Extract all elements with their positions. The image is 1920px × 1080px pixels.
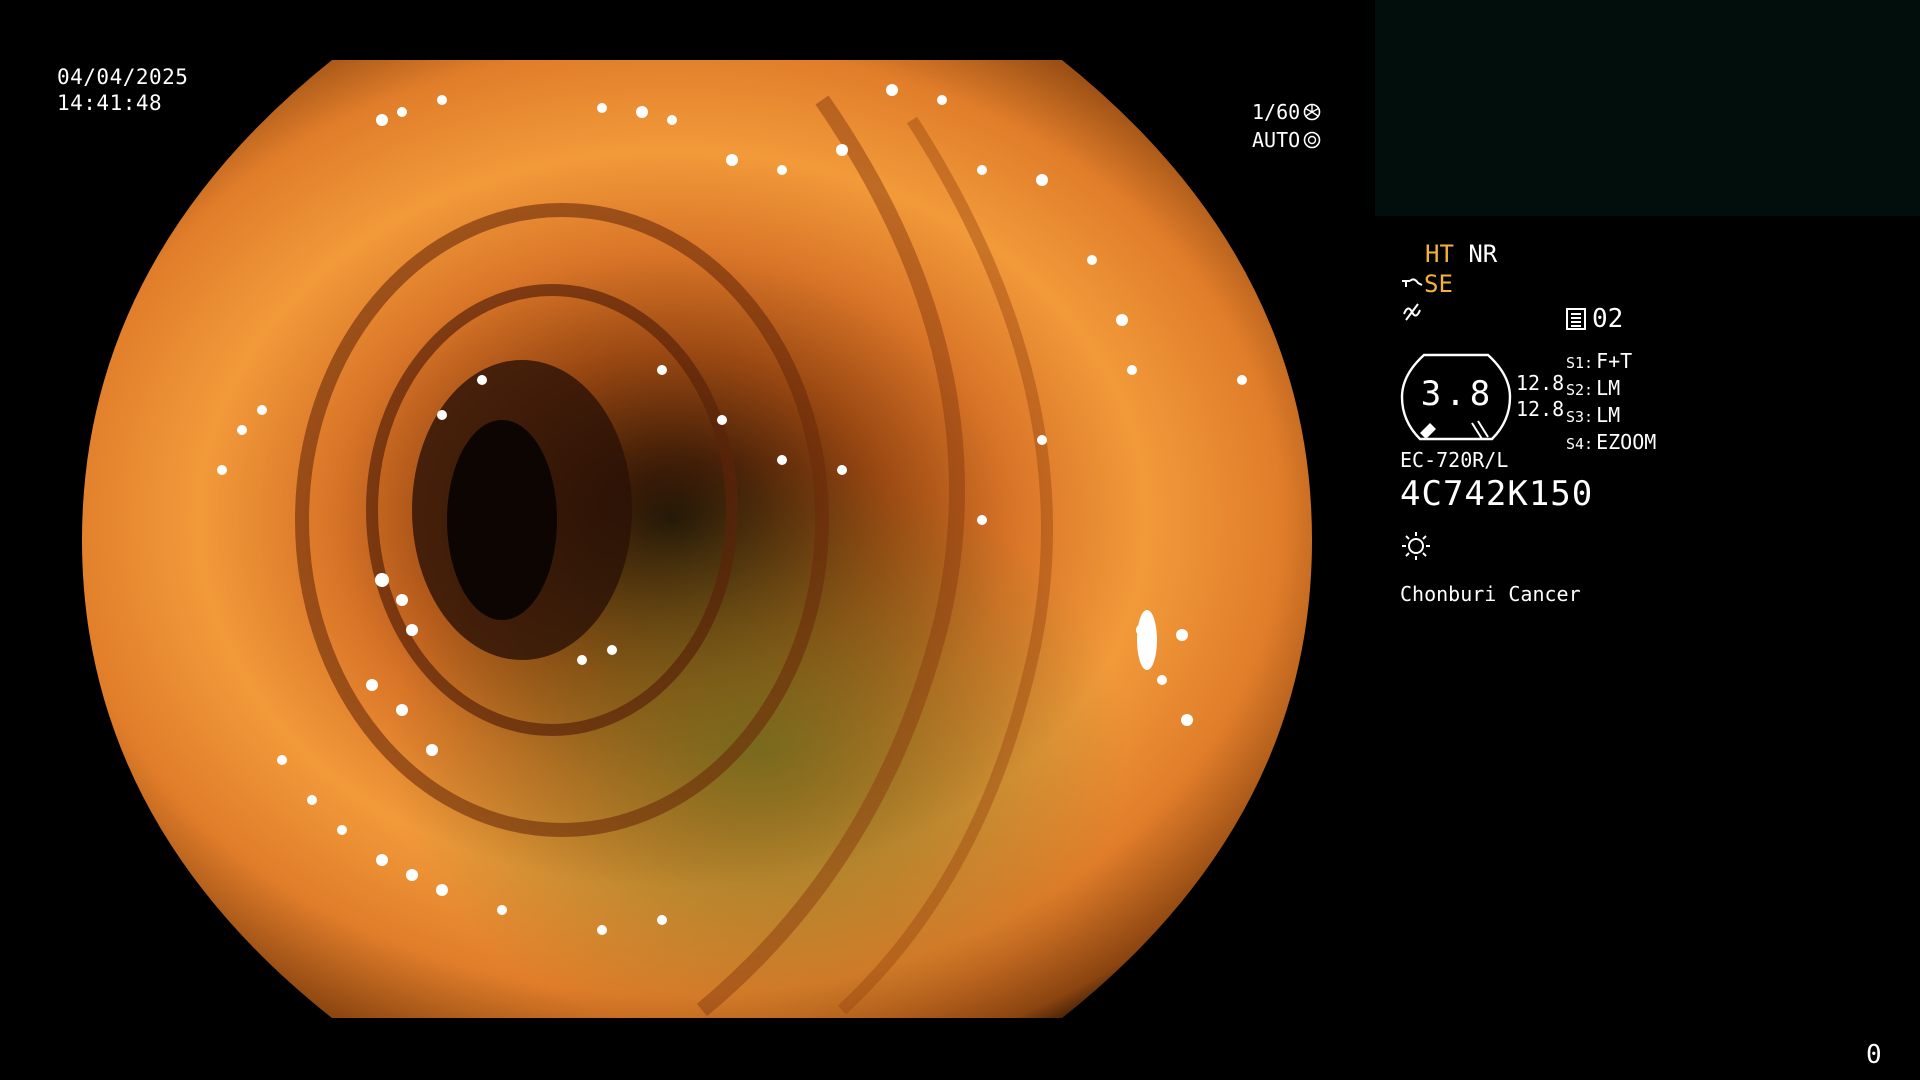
memory-value: 02 — [1592, 304, 1624, 334]
scope-button-list: S1: F+T S2: LM S3: LM S4: EZOOM — [1566, 349, 1656, 457]
exposure-overlay: 1/60 AUTO — [1252, 98, 1321, 154]
shutter-icon — [1303, 103, 1321, 121]
endoscopic-view — [82, 60, 1312, 1018]
structure-enhance-icon — [1402, 278, 1423, 287]
date-text: 04/04/2025 — [57, 65, 189, 89]
iris-text: AUTO — [1252, 128, 1301, 152]
scope-serial: 4C742K150 — [1400, 474, 1594, 514]
scope-button-s2: S2: LM — [1566, 376, 1621, 400]
zoom-value: 3.8 — [1420, 374, 1495, 414]
mode-ht: HT — [1425, 240, 1454, 268]
frame-counter: 0 — [1866, 1040, 1882, 1070]
shutter-text: 1/60 — [1252, 100, 1301, 124]
zoom-side-top: 12.8 — [1516, 371, 1565, 395]
mode-nr: NR — [1468, 240, 1498, 268]
top-right-panel — [1375, 0, 1920, 216]
scope-button-s1: S1: F+T — [1566, 349, 1633, 373]
zoom-side-values: 12.8 12.8 — [1516, 370, 1564, 422]
zoom-side-bottom: 12.8 — [1516, 397, 1565, 421]
scope-button-s3: S3: LM — [1566, 403, 1621, 427]
scope-button-s4: S4: EZOOM — [1566, 430, 1657, 454]
mode-panel: HT NR SE — [1400, 240, 1497, 330]
mode-se: SE — [1424, 270, 1453, 298]
time-text: 14:41:48 — [57, 91, 163, 115]
light-source-icon — [1402, 532, 1430, 560]
memory-icon — [1566, 308, 1586, 330]
memory-indicator: 02 — [1566, 304, 1623, 334]
hospital-name: Chonburi Cancer — [1400, 582, 1581, 606]
datetime-overlay: 04/04/2025 14:41:48 — [57, 64, 188, 116]
color-enhance-icon — [1403, 303, 1421, 321]
scope-model: EC-720R/L — [1400, 448, 1509, 472]
iris-icon — [1303, 131, 1321, 149]
